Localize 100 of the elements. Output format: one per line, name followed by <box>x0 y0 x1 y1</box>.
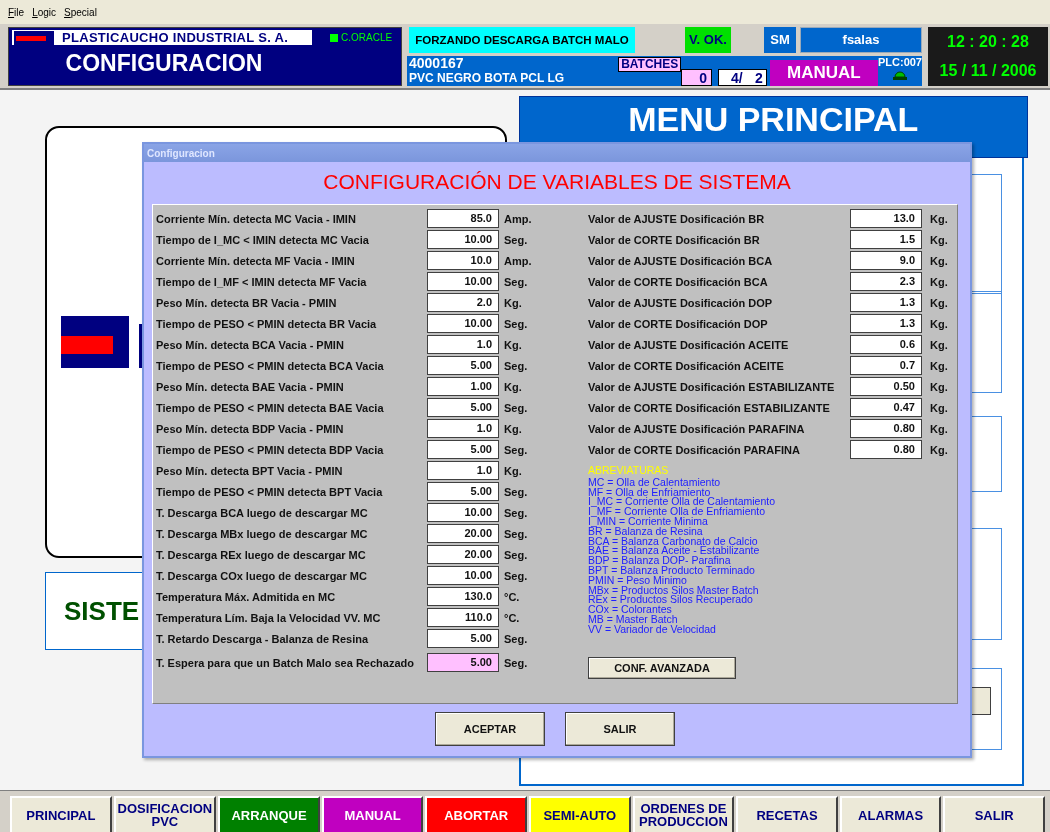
unit-label: Kg. <box>504 296 522 309</box>
parameter-label: Valor de CORTE Dosificación ESTABILIZANTE <box>588 401 831 414</box>
parameter-label: Valor de AJUSTE Dosificación ESTABILIZANTE <box>588 380 836 393</box>
parameter-label: Peso Mín. detecta BCA Vacia - PMIN <box>156 338 345 351</box>
unit-label: Seg. <box>504 443 528 456</box>
unit-label: °C. <box>504 611 520 624</box>
value-field[interactable]: 1.0 <box>427 461 499 480</box>
value-field[interactable]: 5.00 <box>427 629 499 648</box>
abbreviation-text: I_MC = Corriente Olla de Calentamiento <box>588 497 777 508</box>
nav-button[interactable]: DOSIFICACION PVC <box>113 796 217 832</box>
parameter-label: Valor de CORTE Dosificación BCA <box>588 275 769 288</box>
value-field[interactable]: 5.00 <box>427 653 499 672</box>
value-field[interactable]: 10.00 <box>427 503 499 522</box>
batch-pending: 0 <box>681 69 712 86</box>
unit-label: Seg. <box>504 359 528 372</box>
value-field[interactable]: 0.80 <box>850 440 922 459</box>
value-field[interactable]: 2.3 <box>850 272 922 291</box>
value-field[interactable]: 1.0 <box>427 335 499 354</box>
value-field[interactable]: 20.00 <box>427 524 499 543</box>
abbreviation-text: BDP = Balanza DOP- Parafina <box>588 556 731 566</box>
nav-button[interactable]: SEMI-AUTO <box>529 796 631 832</box>
abbreviation-text: I_MF = Corriente Olla de Enfriamiento <box>588 507 767 517</box>
value-field[interactable]: 0.47 <box>850 398 922 417</box>
advanced-config-button[interactable]: CONF. AVANZADA <box>588 656 736 679</box>
nav-button[interactable]: ARRANQUE <box>218 796 320 832</box>
parameter-label: Tiempo de PESO < PMIN detecta BAE Vacia <box>156 401 385 414</box>
product-name: PVC NEGRO BOTA PCL LG <box>409 70 565 86</box>
value-field[interactable]: 5.00 <box>427 482 499 501</box>
abbreviation-text: VV = Variador de Velocidad <box>588 624 717 635</box>
plc-label: PLC:007 <box>877 55 922 68</box>
unit-label: Kg. <box>930 422 948 435</box>
dialog-button[interactable]: ACEPTAR <box>435 712 545 746</box>
value-field[interactable]: 13.0 <box>850 209 922 228</box>
value-field[interactable]: 1.5 <box>850 230 922 249</box>
menu-item[interactable]: File <box>8 6 25 18</box>
company-name: PLASTICAUCHO INDUSTRIAL S. A. <box>62 30 289 45</box>
unit-label: Kg. <box>930 401 948 414</box>
dialog-button[interactable]: SALIR <box>565 712 675 746</box>
value-field[interactable]: 10.00 <box>427 230 499 249</box>
user-name: fsalas <box>800 27 922 53</box>
value-field[interactable]: 10.00 <box>427 314 499 333</box>
abbreviation-text: MF = Olla de Enfriamiento <box>588 487 711 498</box>
parameter-label: Tiempo de I_MC < IMIN detecta MC Vacia <box>156 233 370 246</box>
parameter-label: Valor de CORTE Dosificación DOP <box>588 317 769 330</box>
menu-item[interactable]: Special <box>64 6 97 18</box>
parameter-label: T. Descarga MBx luego de descargar MC <box>156 527 369 540</box>
batch-count: 4/ <box>731 70 743 85</box>
parameter-label: Valor de AJUSTE Dosificación DOP <box>588 296 774 309</box>
flag-logo-icon <box>14 30 54 45</box>
parameter-label: Valor de AJUSTE Dosificación BR <box>588 212 766 225</box>
value-field[interactable]: 9.0 <box>850 251 922 270</box>
value-field[interactable]: 10.00 <box>427 272 499 291</box>
parameter-label: Corriente Mín. detecta MF Vacia - IMIN <box>156 254 356 267</box>
screen-title: CONFIGURACION <box>64 50 264 77</box>
value-field[interactable]: 1.3 <box>850 293 922 312</box>
system-title: SISTE <box>64 595 140 627</box>
abbreviation-text: BAE = Balanza Aceite - Estabilizante <box>588 546 761 557</box>
value-field[interactable]: 1.00 <box>427 377 499 396</box>
unit-label: Seg. <box>504 632 528 645</box>
value-field[interactable]: 1.0 <box>427 419 499 438</box>
nav-button[interactable]: PRINCIPAL <box>10 796 112 832</box>
value-field[interactable]: 110.0 <box>427 608 499 627</box>
parameter-label: Temperatura Máx. Admitida en MC <box>156 590 337 603</box>
parameter-label: T. Descarga COx luego de descargar MC <box>156 569 368 582</box>
clock-date: 15 / 11 / 2006 <box>939 62 1037 81</box>
nav-button[interactable]: ALARMAS <box>839 796 942 832</box>
nav-button[interactable]: RECETAS <box>736 796 838 832</box>
value-field[interactable]: 0.50 <box>850 377 922 396</box>
value-field[interactable]: 2.0 <box>427 293 499 312</box>
value-field[interactable]: 130.0 <box>427 587 499 606</box>
value-field[interactable]: 0.6 <box>850 335 922 354</box>
value-field[interactable]: 5.00 <box>427 440 499 459</box>
unit-label: Seg. <box>504 233 528 246</box>
value-field[interactable]: 5.00 <box>427 398 499 417</box>
value-field[interactable]: 0.80 <box>850 419 922 438</box>
nav-button[interactable]: SALIR <box>943 796 1045 832</box>
value-field[interactable]: 20.00 <box>427 545 499 564</box>
value-field[interactable]: 0.7 <box>850 356 922 375</box>
alert-message: FORZANDO DESCARGA BATCH MALO <box>409 27 635 53</box>
nav-button[interactable]: ORDENES DE PRODUCCION <box>632 796 735 832</box>
unit-label: Seg. <box>504 485 528 498</box>
menu-item[interactable]: Logic <box>32 6 57 18</box>
abbreviation-text: I_MIN = Corriente Minima <box>588 517 709 527</box>
batch-total: 2 <box>754 70 763 85</box>
abbreviation-text: MB = Master Batch <box>588 614 679 625</box>
nav-button[interactable]: ABORTAR <box>425 796 527 832</box>
value-field[interactable]: 10.0 <box>427 251 499 270</box>
abbreviation-text: MBx = Productos Silos Master Batch <box>588 585 760 596</box>
value-field[interactable]: 10.00 <box>427 566 499 585</box>
value-field[interactable]: 1.3 <box>850 314 922 333</box>
unit-label: Kg. <box>930 212 948 225</box>
parameter-label: Peso Mín. detecta BAE Vacia - PMIN <box>156 380 345 393</box>
value-field[interactable]: 85.0 <box>427 209 499 228</box>
abbreviation-text: MC = Olla de Calentamiento <box>588 477 722 488</box>
parameter-label: Valor de CORTE Dosificación PARAFINA <box>588 443 801 456</box>
abbreviation-text: BPT = Balanza Producto Terminado <box>588 565 756 576</box>
validation-status: V. OK. <box>685 27 731 53</box>
nav-button[interactable]: MANUAL <box>321 796 424 832</box>
value-field[interactable]: 5.00 <box>427 356 499 375</box>
dialog-title: Configuracion <box>147 147 215 159</box>
